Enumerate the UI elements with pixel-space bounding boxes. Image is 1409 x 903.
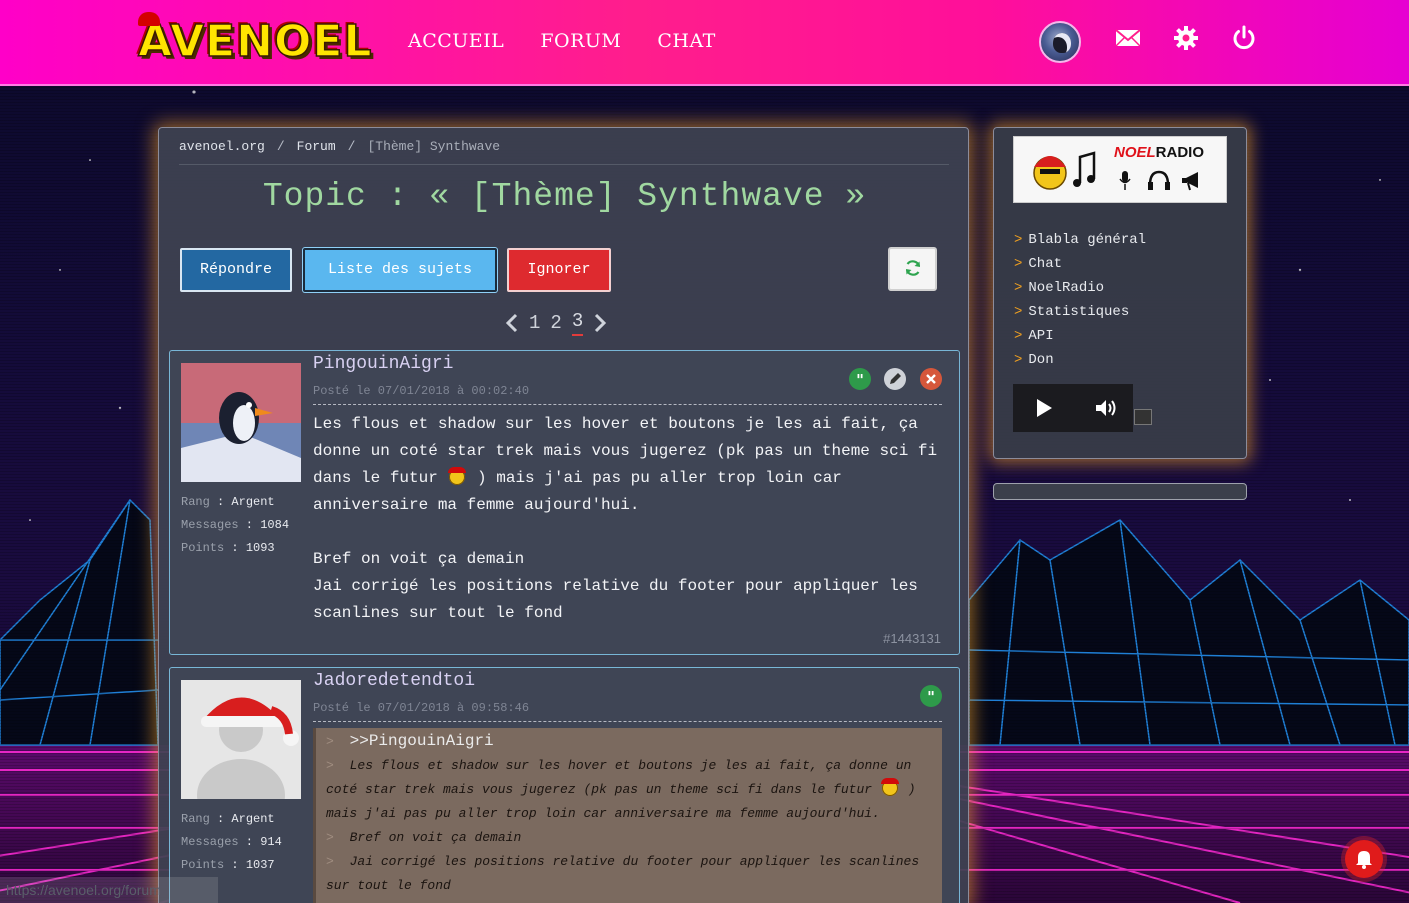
pagination: 1 2 3: [505, 308, 607, 338]
santa-smiley-icon: [880, 778, 900, 796]
refresh-button[interactable]: [888, 247, 937, 291]
page-3-current: 3: [571, 310, 584, 336]
play-icon[interactable]: [1035, 398, 1053, 418]
refresh-icon: [905, 260, 921, 276]
nav-accueil[interactable]: ACCUEIL: [408, 30, 504, 52]
site-logo[interactable]: AVENOEL: [137, 12, 380, 66]
radio-media-icons: [1119, 170, 1198, 191]
post-divider: [313, 404, 942, 405]
post-author[interactable]: PingouinAigri: [313, 354, 453, 374]
sidebar-item-chat[interactable]: > Chat: [1014, 252, 1146, 276]
forum-post: Rang : Argent Messages : 1084 Points : 1…: [169, 350, 960, 655]
author-avatar[interactable]: [181, 680, 301, 799]
breadcrumb: avenoel.org / Forum / [Thème] Synthwave: [179, 139, 949, 165]
sidebar-item-api[interactable]: > API: [1014, 324, 1146, 348]
next-page-icon[interactable]: [593, 312, 607, 334]
page-1[interactable]: 1: [529, 312, 540, 334]
post-date: Posté le 07/01/2018 à 00:02:40: [313, 384, 530, 398]
post-author[interactable]: Jadoredetendtoi: [313, 671, 475, 691]
main-nav: ACCUEIL FORUM CHAT: [408, 30, 716, 52]
reply-button[interactable]: Répondre: [180, 248, 292, 292]
sidebar-secondary-panel: [993, 483, 1247, 500]
sidebar-links: > Blabla général > Chat > NoelRadio > Statis…: [1014, 228, 1146, 372]
svg-text:": ": [856, 371, 864, 389]
bell-icon: [1356, 851, 1372, 869]
sidebar-item-noelradio[interactable]: > NoelRadio: [1014, 276, 1146, 300]
nav-forum[interactable]: FORUM: [540, 30, 621, 52]
author-points: 1093: [245, 541, 275, 555]
quoted-message: > >>PingouinAigri > Les flous et shadow …: [313, 728, 942, 903]
post-divider: [313, 721, 942, 722]
author-points: 1037: [245, 858, 275, 872]
breadcrumb-home[interactable]: avenoel.org: [179, 139, 265, 154]
author-messages: 914: [260, 835, 282, 849]
quote-button[interactable]: ": [920, 685, 942, 707]
sidebar-item-stats[interactable]: > Statistiques: [1014, 300, 1146, 324]
author-avatar[interactable]: [181, 363, 301, 482]
topic-panel: avenoel.org / Forum / [Thème] Synthwave Topi…: [158, 127, 969, 903]
quote-icon: ": [856, 371, 864, 389]
sidebar-panel: NOELRADIO > Blabla général > Chat > NoelRad…: [993, 127, 1247, 459]
post-date: Posté le 07/01/2018 à 09:58:46: [313, 701, 530, 715]
breadcrumb-current: [Thème] Synthwave: [367, 139, 501, 154]
ignore-button[interactable]: Ignorer: [507, 248, 611, 292]
top-header: AVENOEL ACCUEIL FORUM CHAT: [0, 0, 1409, 86]
author-rank: Argent: [231, 812, 275, 826]
status-bar-url: https://avenoel.org/forum: [0, 877, 218, 903]
nav-chat[interactable]: CHAT: [657, 30, 715, 52]
sidebar-item-don[interactable]: > Don: [1014, 348, 1146, 372]
breadcrumb-forum[interactable]: Forum: [297, 139, 336, 154]
author-messages: 1084: [260, 518, 290, 532]
delete-button[interactable]: [920, 368, 942, 390]
post-body: Les flous et shadow sur les hover et bou…: [313, 415, 938, 622]
quote-button[interactable]: ": [849, 368, 871, 390]
pencil-icon: [890, 373, 901, 384]
author-stats: Rang : Argent Messages : 1084 Points : 1…: [181, 495, 290, 555]
santa-hat-icon: [138, 12, 160, 26]
forum-post: Rang : Argent Messages : 914 Points : 10…: [169, 667, 960, 903]
svg-text:": ": [927, 688, 935, 706]
author-stats: Rang : Argent Messages : 914 Points : 10…: [181, 812, 282, 872]
page-title: Topic : « [Thème] Synthwave »: [262, 178, 867, 215]
quote-icon: ": [927, 688, 935, 706]
radio-title: NOELRADIO: [1114, 144, 1205, 161]
prev-page-icon[interactable]: [505, 312, 519, 334]
popout-icon[interactable]: [1134, 409, 1152, 425]
quote-author: >>PingouinAigri: [349, 732, 494, 750]
page-2[interactable]: 2: [550, 312, 561, 334]
post-id[interactable]: #1443131: [883, 631, 941, 646]
author-rank: Argent: [231, 495, 275, 509]
close-icon: [926, 374, 936, 384]
envelope-icon[interactable]: [1114, 24, 1142, 52]
santa-smiley-icon: [447, 467, 467, 485]
radio-mascot-icon: [1033, 151, 1096, 190]
volume-icon[interactable]: [1095, 398, 1117, 418]
radio-player: [1013, 384, 1133, 432]
noelradio-banner[interactable]: NOELRADIO: [1013, 136, 1227, 203]
power-icon[interactable]: [1230, 24, 1258, 52]
topic-list-button[interactable]: Liste des sujets: [303, 248, 497, 292]
user-avatar[interactable]: [1039, 21, 1081, 63]
notification-bell-button[interactable]: [1345, 840, 1383, 878]
sidebar-item-blabla[interactable]: > Blabla général: [1014, 228, 1146, 252]
gear-icon[interactable]: [1172, 24, 1200, 52]
edit-button[interactable]: [884, 368, 906, 390]
